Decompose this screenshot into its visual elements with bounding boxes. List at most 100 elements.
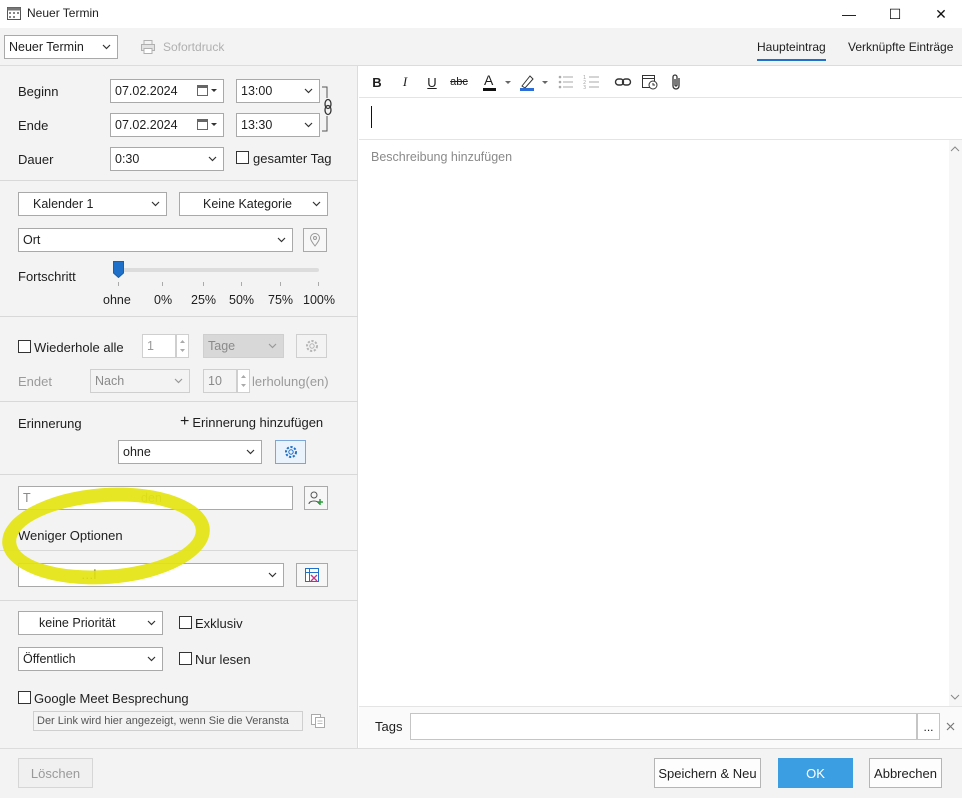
category-dropdown[interactable]: Keine Kategorie [179, 192, 328, 216]
add-reminder-link[interactable]: + Erinnerung hinzufügen [180, 414, 323, 430]
readonly-label: Nur lesen [195, 652, 251, 667]
ends-count-spinner[interactable] [237, 369, 250, 393]
exclusive-checkbox[interactable] [179, 616, 192, 629]
visibility-value: Öffentlich [23, 652, 76, 666]
tab-main-entry[interactable]: Haupteintrag [757, 40, 826, 61]
repeat-unit-value: Tage [208, 339, 236, 353]
italic-button[interactable]: I [395, 72, 415, 92]
end-time-dropdown[interactable]: 13:30 [236, 113, 320, 137]
progress-tick [203, 282, 204, 286]
progress-tick-label: 0% [154, 293, 173, 307]
new-item-dropdown[interactable]: Neuer Termin [4, 35, 118, 59]
meet-link-field[interactable]: Der Link wird hier angezeigt, wenn Sie d… [33, 711, 303, 731]
paperclip-icon[interactable] [668, 73, 686, 91]
close-button[interactable]: ✕ [918, 0, 962, 28]
begin-time-dropdown[interactable]: 13:00 [236, 79, 320, 103]
progress-slider-thumb[interactable] [113, 261, 124, 279]
spinner-arrows-icon [180, 340, 185, 352]
font-color-icon[interactable]: A [481, 72, 513, 92]
ends-mode-dropdown[interactable]: Nach [90, 369, 190, 393]
description-scrollbar[interactable] [949, 140, 962, 706]
ends-suffix-label: lerholung(en) [252, 374, 329, 389]
progress-tick [118, 282, 119, 286]
reminder-dropdown[interactable]: ohne [118, 440, 262, 464]
allday-checkbox[interactable] [236, 151, 249, 164]
google-meet-checkbox[interactable] [18, 691, 31, 704]
category-value: Keine Kategorie [203, 197, 292, 211]
resource-picker-button[interactable] [296, 563, 328, 587]
divider [0, 401, 358, 402]
numbered-list-icon[interactable]: 123 [583, 73, 601, 91]
map-pin-button[interactable] [303, 228, 327, 252]
scroll-up-icon[interactable] [950, 145, 960, 153]
repeat-unit-dropdown[interactable]: Tage [203, 334, 284, 358]
close-icon: ✕ [935, 5, 947, 22]
progress-tick-label: 75% [268, 293, 294, 307]
readonly-checkbox[interactable] [179, 652, 192, 665]
calendar-dropdown[interactable]: Kalender 1 [18, 192, 167, 216]
add-attendee-button[interactable] [304, 486, 328, 510]
cancel-button[interactable]: Abbrechen [869, 758, 942, 788]
progress-tick [241, 282, 242, 286]
begin-label: Beginn [18, 84, 59, 99]
add-reminder-label: Erinnerung hinzufügen [192, 414, 324, 430]
description-editor[interactable] [359, 140, 949, 706]
google-meet-label: Google Meet Besprechung [34, 691, 189, 706]
divider [0, 474, 358, 475]
repeat-checkbox[interactable] [18, 340, 31, 353]
scroll-down-icon[interactable] [950, 693, 960, 701]
underline-button[interactable]: U [422, 72, 442, 92]
repeat-interval-input[interactable]: 1 [142, 334, 176, 358]
priority-value: keine Priorität [39, 616, 116, 630]
highlight-color-icon[interactable] [518, 72, 550, 92]
priority-dropdown[interactable]: keine Priorität [18, 611, 163, 635]
end-date-picker[interactable]: 07.02.2024 [110, 113, 224, 137]
link-icon[interactable] [614, 73, 632, 91]
instant-print-button[interactable]: Sofortdruck [163, 40, 224, 54]
ends-label: Endet [18, 374, 52, 389]
ends-count-value: 10 [208, 374, 222, 388]
visibility-dropdown[interactable]: Öffentlich [18, 647, 163, 671]
calendar-picker-icon [197, 119, 217, 130]
repeat-interval-spinner[interactable] [176, 334, 189, 358]
minimize-button[interactable]: — [826, 0, 872, 28]
begin-date-picker[interactable]: 07.02.2024 [110, 79, 224, 103]
progress-tick-label: 100% [303, 293, 335, 307]
bold-button[interactable]: B [367, 72, 387, 92]
maximize-button[interactable]: ☐ [872, 0, 918, 28]
end-date-value: 07.02.2024 [115, 118, 178, 132]
progress-tick-label: 50% [229, 293, 255, 307]
begin-time-value: 13:00 [241, 84, 273, 98]
progress-label: Fortschritt [18, 269, 76, 284]
subject-input[interactable] [359, 98, 962, 140]
repeat-interval-value: 1 [147, 339, 154, 353]
ok-button[interactable]: OK [778, 758, 853, 788]
save-and-new-button[interactable]: Speichern & Neu [654, 758, 761, 788]
insert-date-icon[interactable] [641, 73, 659, 91]
progress-tick [162, 282, 163, 286]
progress-slider-track[interactable] [118, 268, 319, 272]
bullet-list-icon[interactable] [557, 73, 575, 91]
svg-text:A: A [484, 72, 494, 88]
add-person-icon [308, 491, 323, 505]
tags-more-button[interactable]: ... [917, 713, 940, 740]
chevron-down-icon [102, 44, 111, 50]
recurrence-settings-button[interactable] [296, 334, 327, 358]
spinner-arrows-icon [241, 375, 246, 387]
location-input[interactable]: Ort [18, 228, 293, 252]
reminder-settings-button[interactable] [275, 440, 306, 464]
delete-button[interactable]: Löschen [18, 758, 93, 788]
progress-tick-label: 25% [191, 293, 217, 307]
copy-icon[interactable] [310, 713, 326, 729]
link-times-icon[interactable] [320, 86, 336, 132]
strikethrough-button[interactable]: abc [449, 72, 469, 92]
divider [0, 316, 358, 317]
reminder-label: Erinnerung [18, 416, 82, 431]
chevron-down-icon [151, 201, 160, 207]
progress-tick [318, 282, 319, 286]
clear-tags-icon[interactable] [946, 722, 955, 731]
ends-count-input[interactable]: 10 [203, 369, 237, 393]
tab-linked-entries[interactable]: Verknüpfte Einträge [848, 40, 953, 54]
tags-input[interactable] [410, 713, 917, 740]
duration-dropdown[interactable]: 0:30 [110, 147, 224, 171]
